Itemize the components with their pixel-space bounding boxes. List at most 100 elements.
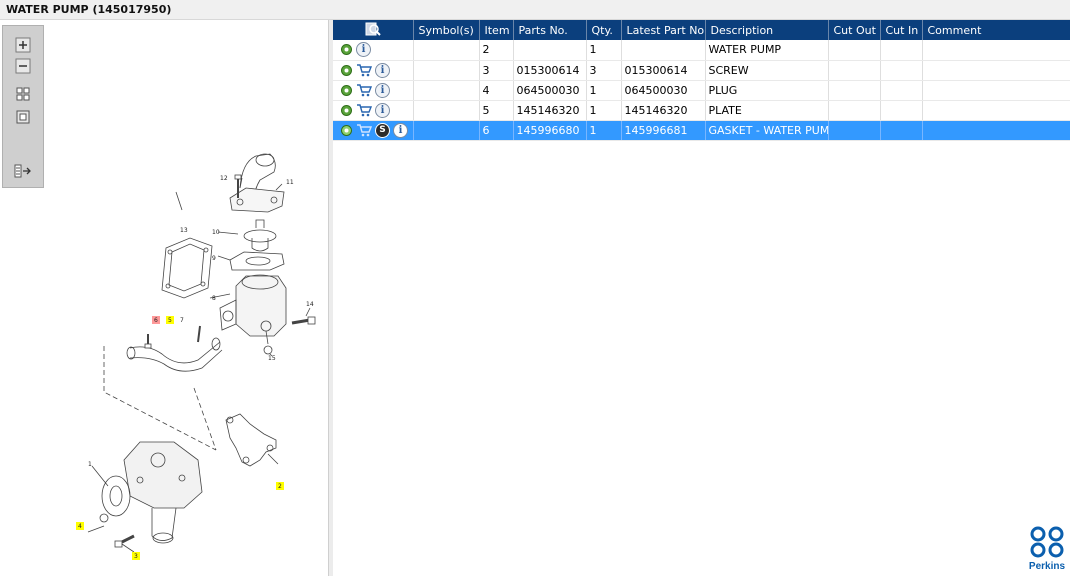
cell-latest-part-no: 064500030 xyxy=(621,80,706,101)
info-icon[interactable]: i xyxy=(375,82,390,98)
window-title: WATER PUMP (145017950) xyxy=(6,3,172,16)
cell-item: 4 xyxy=(479,80,514,101)
grid-icon xyxy=(16,87,30,101)
callout-5[interactable]: 5 xyxy=(168,317,172,324)
cell-description: SCREW xyxy=(705,60,829,81)
info-icon[interactable]: i xyxy=(375,62,390,78)
table-row-selected[interactable]: S i 6 145996680 1 145996681 GASKET - WAT… xyxy=(333,120,1070,141)
cart-icon[interactable] xyxy=(356,63,372,77)
cell-cut-in xyxy=(880,120,923,141)
column-header-cut-out[interactable]: Cut Out xyxy=(828,20,881,40)
cell-qty: 1 xyxy=(586,40,622,61)
callout-13[interactable]: 13 xyxy=(180,227,188,234)
cell-latest-part-no: 145996681 xyxy=(621,120,706,141)
square-icon xyxy=(16,110,30,124)
cell-cut-in xyxy=(880,60,923,81)
callout-11[interactable]: 11 xyxy=(286,179,294,186)
table-row[interactable]: i 2 1 WATER PUMP xyxy=(333,40,1070,61)
list-arrow-icon xyxy=(14,164,31,178)
gear-icon[interactable] xyxy=(340,43,353,56)
cell-description: GASKET - WATER PUMP xyxy=(705,120,829,141)
cell-description: PLATE xyxy=(705,100,829,121)
gear-icon[interactable] xyxy=(340,84,353,97)
callout-6[interactable]: 6 xyxy=(154,317,158,324)
diagram-pane[interactable]: 1 2 3 4 5 6 7 8 9 10 11 12 13 14 15 xyxy=(0,20,329,576)
column-header-item[interactable]: Item xyxy=(479,20,514,40)
cell-qty: 1 xyxy=(586,80,622,101)
gear-icon[interactable] xyxy=(340,124,353,137)
cell-cut-in xyxy=(880,80,923,101)
perkins-mark-icon xyxy=(1030,526,1064,558)
exploded-parts-diagram[interactable]: 1 2 3 4 5 6 7 8 9 10 11 12 13 14 15 xyxy=(70,148,330,568)
info-icon[interactable]: i xyxy=(393,122,408,138)
cart-icon[interactable] xyxy=(356,83,372,97)
fit-all-button[interactable] xyxy=(13,85,33,103)
cell-cut-out xyxy=(828,40,881,61)
callout-1[interactable]: 1 xyxy=(88,461,92,468)
cell-symbols xyxy=(413,40,480,61)
cell-symbols xyxy=(413,100,480,121)
cell-qty: 1 xyxy=(586,100,622,121)
gear-icon[interactable] xyxy=(340,64,353,77)
cell-cut-out xyxy=(828,120,881,141)
actual-size-button[interactable] xyxy=(13,108,33,126)
callout-12[interactable]: 12 xyxy=(220,175,228,182)
column-header-cut-in[interactable]: Cut In xyxy=(880,20,923,40)
cell-latest-part-no: 015300614 xyxy=(621,60,706,81)
cell-description: WATER PUMP xyxy=(705,40,829,61)
parts-table: Symbol(s) Item Parts No. Qty. Latest Par… xyxy=(333,20,1070,141)
column-header-latest-part-no[interactable]: Latest Part No. xyxy=(621,20,706,40)
callout-10[interactable]: 10 xyxy=(212,229,220,236)
table-row[interactable]: i 4 064500030 1 064500030 PLUG xyxy=(333,80,1070,101)
cell-cut-out xyxy=(828,100,881,121)
table-row[interactable]: i 5 145146320 1 145146320 PLATE xyxy=(333,100,1070,121)
callout-14[interactable]: 14 xyxy=(306,301,314,308)
callout-9[interactable]: 9 xyxy=(212,255,216,262)
column-header-icons[interactable] xyxy=(333,20,414,40)
zoom-out-button[interactable] xyxy=(13,57,33,75)
parts-grid: Symbol(s) Item Parts No. Qty. Latest Par… xyxy=(333,20,1070,576)
column-header-symbols[interactable]: Symbol(s) xyxy=(413,20,480,40)
supersession-icon[interactable]: S xyxy=(375,122,390,138)
gear-icon[interactable] xyxy=(340,104,353,117)
cell-symbols xyxy=(413,120,480,141)
cell-cut-in xyxy=(880,100,923,121)
cell-latest-part-no xyxy=(621,40,706,61)
column-header-parts-no[interactable]: Parts No. xyxy=(513,20,587,40)
info-icon[interactable]: i xyxy=(356,42,371,58)
cell-parts-no xyxy=(513,40,587,61)
zoom-in-button[interactable] xyxy=(13,36,33,54)
callout-2[interactable]: 2 xyxy=(278,483,282,490)
perkins-logo: Perkins xyxy=(1026,525,1068,575)
cell-symbols xyxy=(413,60,480,81)
minus-icon xyxy=(15,58,31,74)
cell-symbols xyxy=(413,80,480,101)
cell-item: 2 xyxy=(479,40,514,61)
callout-8[interactable]: 8 xyxy=(212,295,216,302)
plus-icon xyxy=(15,37,31,53)
cell-comment xyxy=(922,80,1070,101)
magnifier-icon[interactable] xyxy=(365,21,381,37)
cell-qty: 1 xyxy=(586,120,622,141)
viewer-toolbar xyxy=(2,25,44,188)
callout-3[interactable]: 3 xyxy=(134,553,138,560)
cart-icon[interactable] xyxy=(356,123,372,137)
callout-7[interactable]: 7 xyxy=(180,317,184,324)
cell-comment xyxy=(922,60,1070,81)
cell-comment xyxy=(922,120,1070,141)
export-button[interactable] xyxy=(13,162,33,180)
info-icon[interactable]: i xyxy=(375,102,390,118)
cell-item: 5 xyxy=(479,100,514,121)
cell-parts-no: 064500030 xyxy=(513,80,587,101)
cell-latest-part-no: 145146320 xyxy=(621,100,706,121)
callout-4[interactable]: 4 xyxy=(78,523,82,530)
column-header-qty[interactable]: Qty. xyxy=(586,20,622,40)
cell-parts-no: 015300614 xyxy=(513,60,587,81)
table-row[interactable]: i 3 015300614 3 015300614 SCREW xyxy=(333,60,1070,81)
column-header-comment[interactable]: Comment xyxy=(922,20,1070,40)
cart-icon[interactable] xyxy=(356,103,372,117)
cell-cut-in xyxy=(880,40,923,61)
column-header-description[interactable]: Description xyxy=(705,20,829,40)
callout-15[interactable]: 15 xyxy=(268,355,276,362)
cell-item: 6 xyxy=(479,120,514,141)
